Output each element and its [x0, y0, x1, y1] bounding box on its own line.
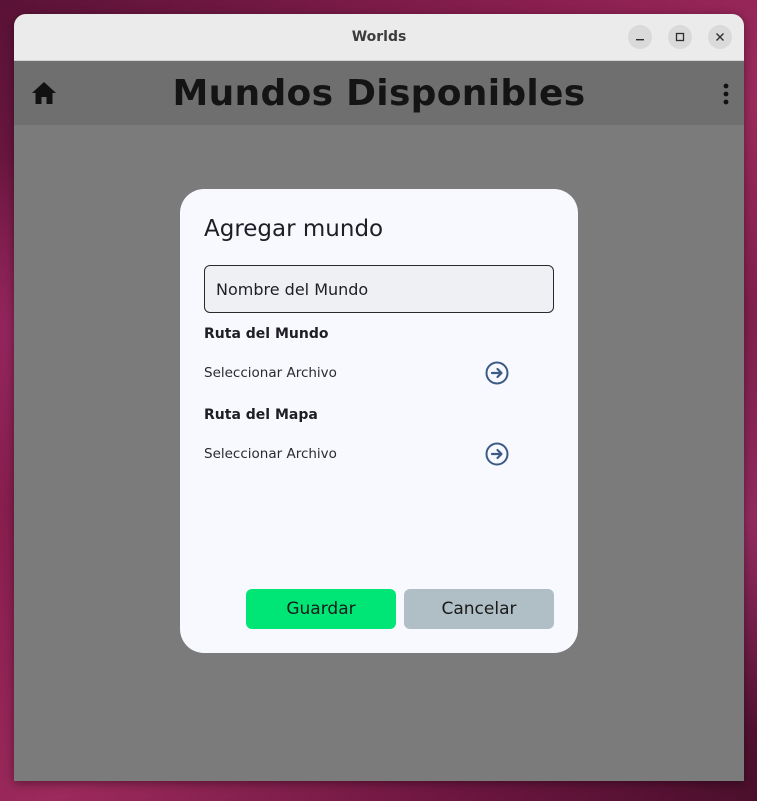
cancel-button[interactable]: Cancelar: [404, 589, 554, 629]
world-name-input[interactable]: [204, 265, 554, 313]
dialog-title: Agregar mundo: [204, 216, 384, 242]
select-map-file-button[interactable]: [484, 441, 510, 467]
minimize-icon: [636, 39, 644, 41]
home-icon[interactable]: [31, 81, 57, 105]
add-world-dialog: Agregar mundo Ruta del Mundo Seleccionar…: [180, 189, 578, 653]
world-path-label: Ruta del Mundo: [204, 326, 329, 342]
world-path-select-text: Seleccionar Archivo: [204, 365, 337, 381]
save-button[interactable]: Guardar: [246, 589, 396, 629]
maximize-button[interactable]: [668, 25, 692, 49]
minimize-button[interactable]: [628, 25, 652, 49]
arrow-circle-right-icon: [485, 361, 509, 385]
more-vert-icon[interactable]: [722, 82, 730, 106]
select-world-file-button[interactable]: [484, 360, 510, 386]
window-title: Worlds: [351, 29, 407, 45]
close-button[interactable]: [708, 25, 732, 49]
app-bar: Mundos Disponibles: [14, 61, 744, 125]
map-path-picker[interactable]: Seleccionar Archivo: [204, 440, 510, 468]
world-path-picker[interactable]: Seleccionar Archivo: [204, 359, 510, 387]
window-titlebar[interactable]: Worlds: [14, 14, 744, 61]
map-path-select-text: Seleccionar Archivo: [204, 446, 337, 462]
map-path-label: Ruta del Mapa: [204, 407, 318, 423]
app-window: Worlds Mundos Disponibles Agregar mundo: [14, 14, 744, 781]
close-icon: [716, 33, 724, 41]
arrow-circle-right-icon: [485, 442, 509, 466]
page-title: Mundos Disponibles: [172, 72, 586, 114]
window-controls: [628, 25, 732, 49]
maximize-icon: [675, 32, 685, 42]
